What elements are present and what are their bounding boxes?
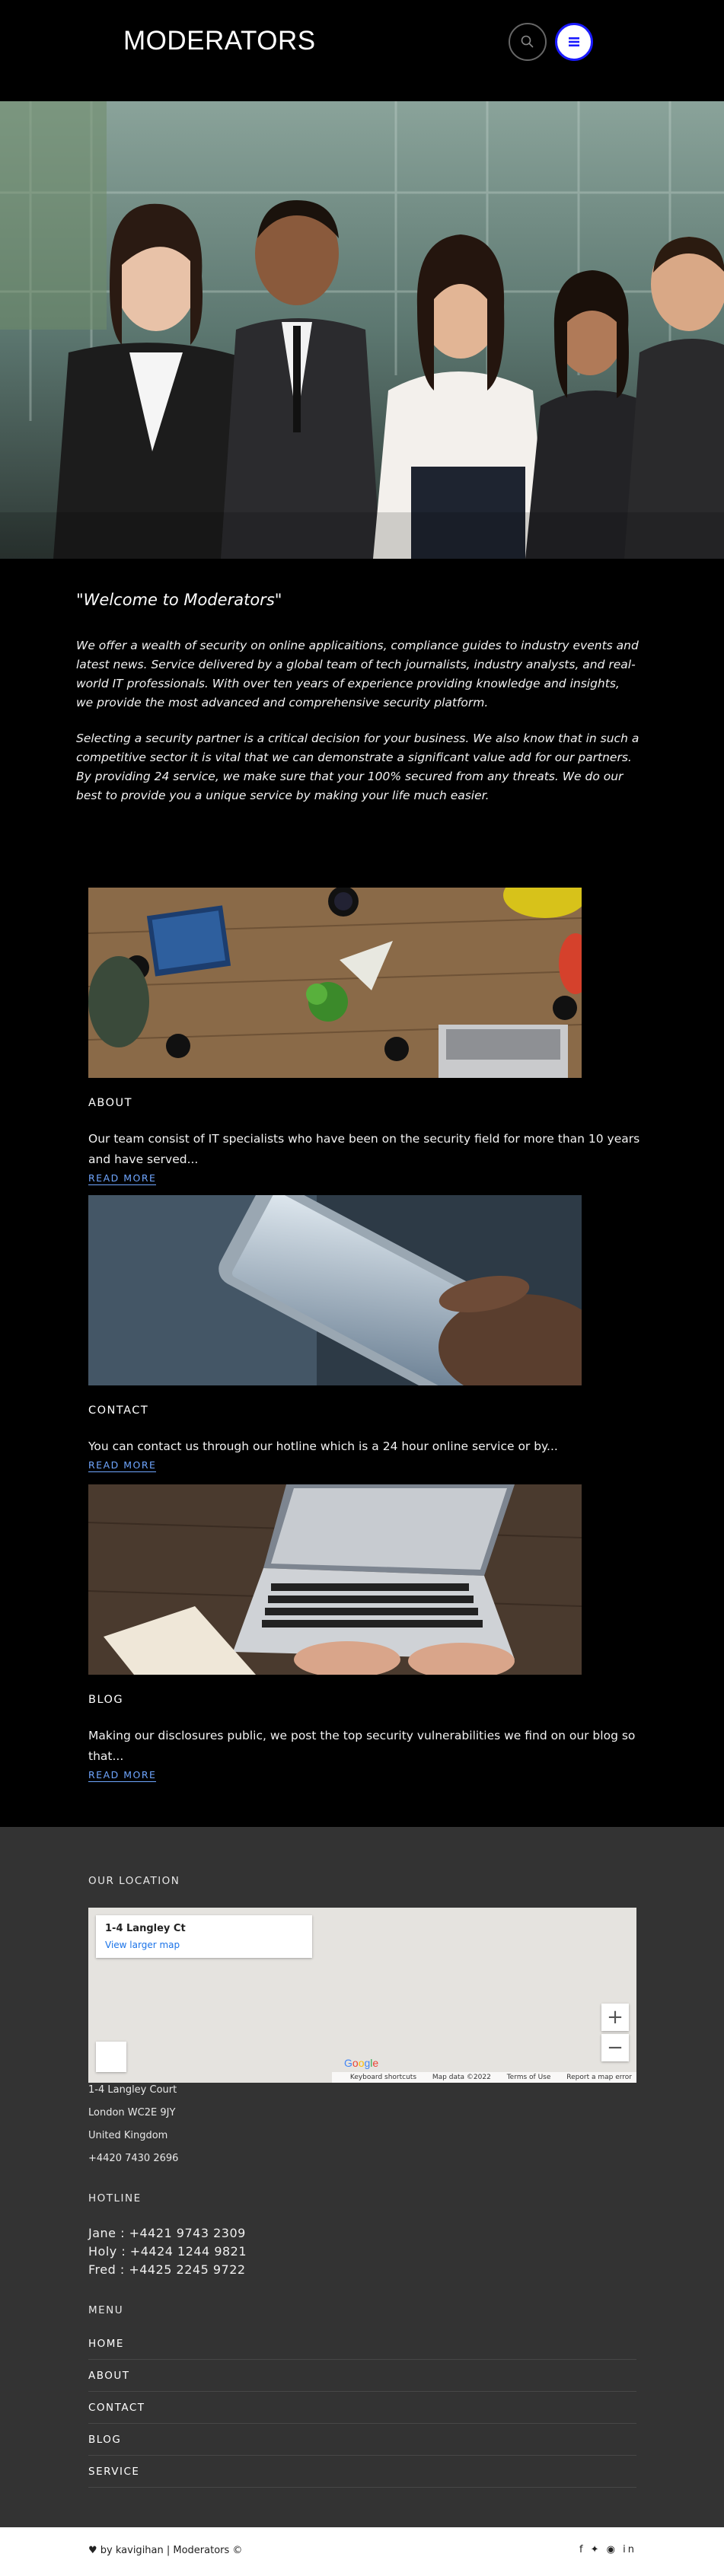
copyright-text: ♥ by kavigihan | Moderators © [88, 2545, 243, 2556]
site-header: MODERATORS [0, 0, 724, 101]
address-line-3: United Kingdom [88, 2130, 168, 2141]
copyright-bar: ♥ by kavigihan | Moderators © f ✦ ◉ in [0, 2527, 724, 2576]
blog-text: Making our disclosures public, we post t… [88, 1729, 636, 1763]
google-logo: Google [344, 2057, 378, 2069]
hotline-fred: Fred : +4425 2245 9722 [88, 2262, 246, 2277]
contact-title: CONTACT [88, 1404, 149, 1417]
about-read-more-link[interactable]: READ MORE [88, 1172, 157, 1185]
site-footer: OUR LOCATION 1-4 Langley Ct View larger … [0, 1827, 724, 2527]
report-error-link[interactable]: Report a map error [566, 2074, 632, 2081]
map-data-label: Map data ©2022 [432, 2074, 491, 2081]
menu-button[interactable] [555, 23, 593, 61]
hotline-jane: Jane : +4421 9743 2309 [88, 2226, 246, 2240]
welcome-paragraph-2: Selecting a security partner is a critic… [76, 732, 639, 802]
contact-card: CONTACT You can contact us through our h… [88, 1195, 582, 1472]
google-logo-g: G [344, 2057, 352, 2069]
about-image [88, 888, 582, 1078]
google-logo-o1: o [352, 2057, 359, 2069]
hero-team-photo [0, 101, 724, 559]
contact-text: You can contact us through our hotline w… [88, 1439, 558, 1453]
address-line-1: 1-4 Langley Court [88, 2084, 177, 2096]
welcome-title: "Welcome to Moderators" [76, 591, 282, 609]
welcome-section: "Welcome to Moderators" We offer a wealt… [76, 591, 639, 822]
footer-menu-blog[interactable]: BLOG [88, 2424, 636, 2456]
hotline-heading: HOTLINE [88, 2192, 142, 2205]
address-line-2: London WC2E 9JY [88, 2107, 176, 2119]
zoom-out-button[interactable]: − [601, 2034, 629, 2061]
about-card: ABOUT Our team consist of IT specialists… [88, 888, 639, 1185]
map-place-card: 1-4 Langley Ct View larger map [96, 1915, 312, 1958]
google-logo-e: e [372, 2057, 379, 2069]
brand-logo[interactable]: MODERATORS [123, 26, 316, 56]
blog-card: BLOG Making our disclosures public, we p… [88, 1484, 635, 1782]
footer-menu-service[interactable]: SERVICE [88, 2456, 636, 2488]
terms-link[interactable]: Terms of Use [507, 2074, 551, 2081]
map-attribution: Keyboard shortcuts Map data ©2022 Terms … [331, 2072, 636, 2083]
contact-read-more-link[interactable]: READ MORE [88, 1459, 157, 1472]
contact-image [88, 1195, 582, 1385]
google-map[interactable]: 1-4 Langley Ct View larger map + − Googl… [88, 1908, 636, 2083]
search-icon [521, 35, 534, 48]
street-view-pegman[interactable] [96, 2042, 126, 2072]
blog-read-more-link[interactable]: READ MORE [88, 1769, 157, 1782]
footer-menu-contact[interactable]: CONTACT [88, 2392, 636, 2424]
menu-icon [569, 37, 579, 46]
hotline-holy: Holy : +4424 1244 9821 [88, 2244, 247, 2259]
keyboard-shortcuts-link[interactable]: Keyboard shortcuts [350, 2074, 416, 2081]
about-title: ABOUT [88, 1097, 132, 1109]
welcome-paragraph-1: We offer a wealth of security on online … [76, 639, 639, 709]
social-links[interactable]: f ✦ ◉ in [579, 2544, 636, 2555]
footer-menu-home[interactable]: HOME [88, 2328, 636, 2360]
menu-button-inner [559, 27, 589, 57]
zoom-in-button[interactable]: + [601, 2004, 629, 2031]
blog-title: BLOG [88, 1694, 124, 1706]
footer-menu-about[interactable]: ABOUT [88, 2360, 636, 2392]
map-place-name: 1-4 Langley Ct [105, 1923, 186, 1934]
address-phone: +4420 7430 2696 [88, 2153, 179, 2164]
location-heading: OUR LOCATION [88, 1875, 180, 1887]
about-text: Our team consist of IT specialists who h… [88, 1132, 640, 1166]
hero-image [0, 101, 724, 559]
search-button[interactable] [509, 23, 547, 61]
view-larger-map-link[interactable]: View larger map [105, 1940, 180, 1950]
blog-image [88, 1484, 582, 1675]
menu-heading: MENU [88, 2304, 124, 2316]
